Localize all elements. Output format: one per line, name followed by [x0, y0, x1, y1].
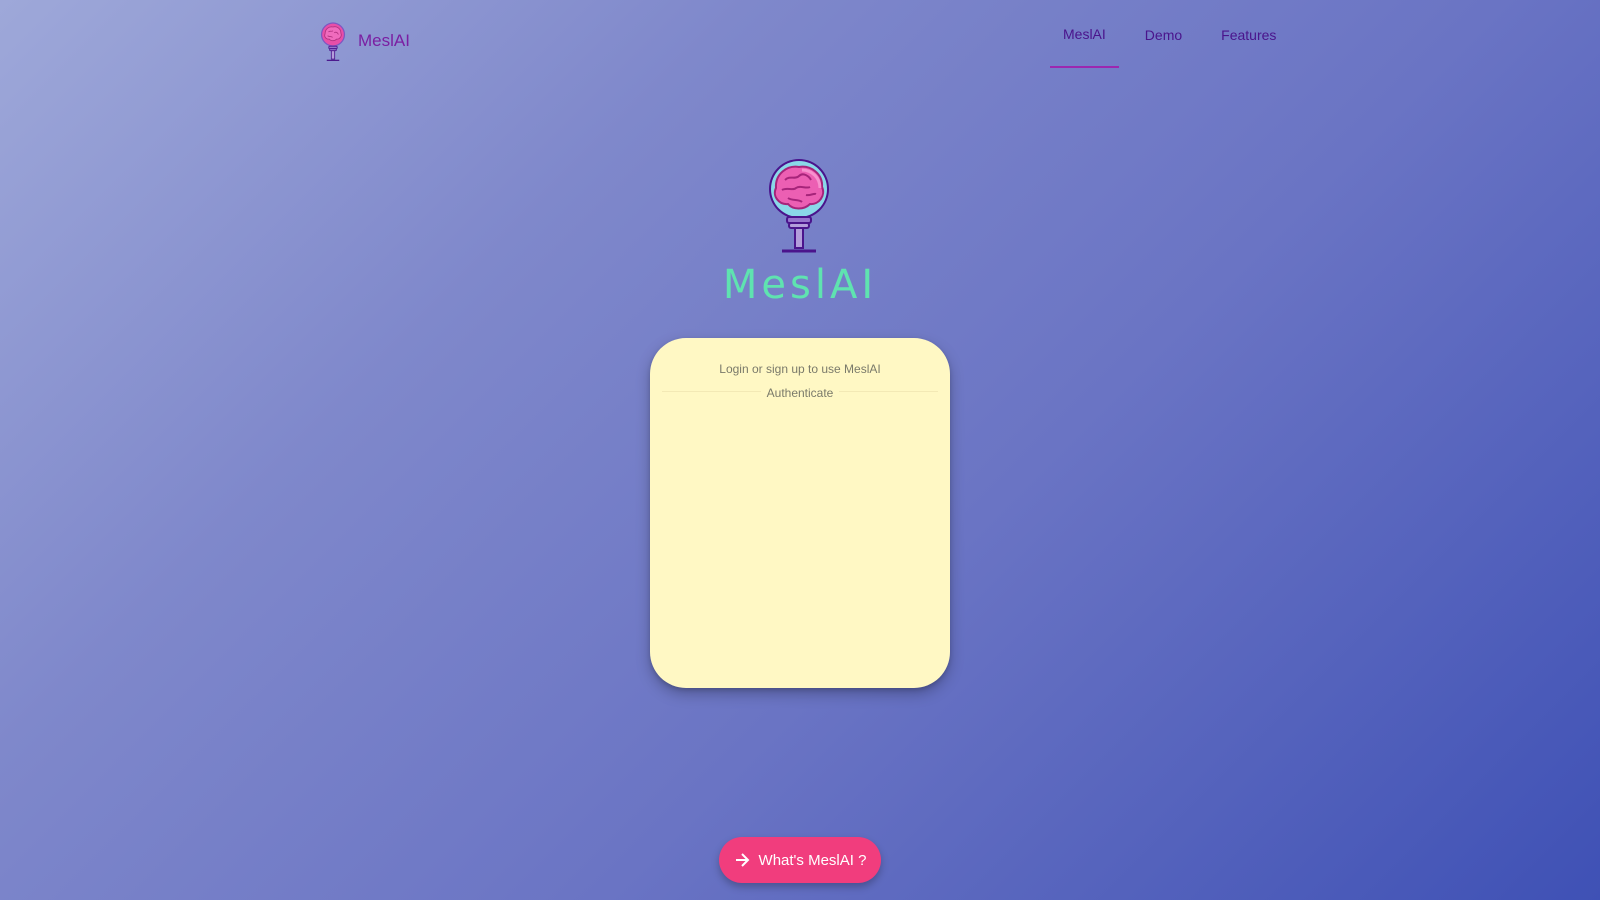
tab-features[interactable]: Features — [1208, 0, 1289, 68]
main-nav-tabs: MeslAI Demo Features — [1050, 0, 1302, 68]
hero-brain-lightbulb-icon — [769, 159, 829, 253]
auth-card: Login or sign up to use MeslAI Authentic… — [650, 338, 950, 688]
auth-section-label-text: Authenticate — [760, 386, 840, 400]
hero-title: MeslAI — [722, 262, 878, 308]
auth-section-label: Authenticate — [650, 384, 950, 402]
tab-meslai[interactable]: MeslAI — [1050, 0, 1119, 68]
brand-name: MeslAI — [358, 31, 410, 50]
top-navigation-bar: MeslAI MeslAI Demo Features — [0, 0, 1600, 70]
tab-demo[interactable]: Demo — [1132, 0, 1195, 68]
brain-lightbulb-icon — [320, 22, 346, 61]
arrow-right-icon — [735, 853, 749, 867]
whats-meslai-button[interactable]: What's MeslAI ? — [719, 837, 881, 883]
auth-prompt-text: Login or sign up to use MeslAI — [719, 362, 881, 376]
brand-home-link[interactable]: MeslAI — [318, 22, 410, 62]
whats-meslai-button-label: What's MeslAI ? — [758, 851, 867, 869]
